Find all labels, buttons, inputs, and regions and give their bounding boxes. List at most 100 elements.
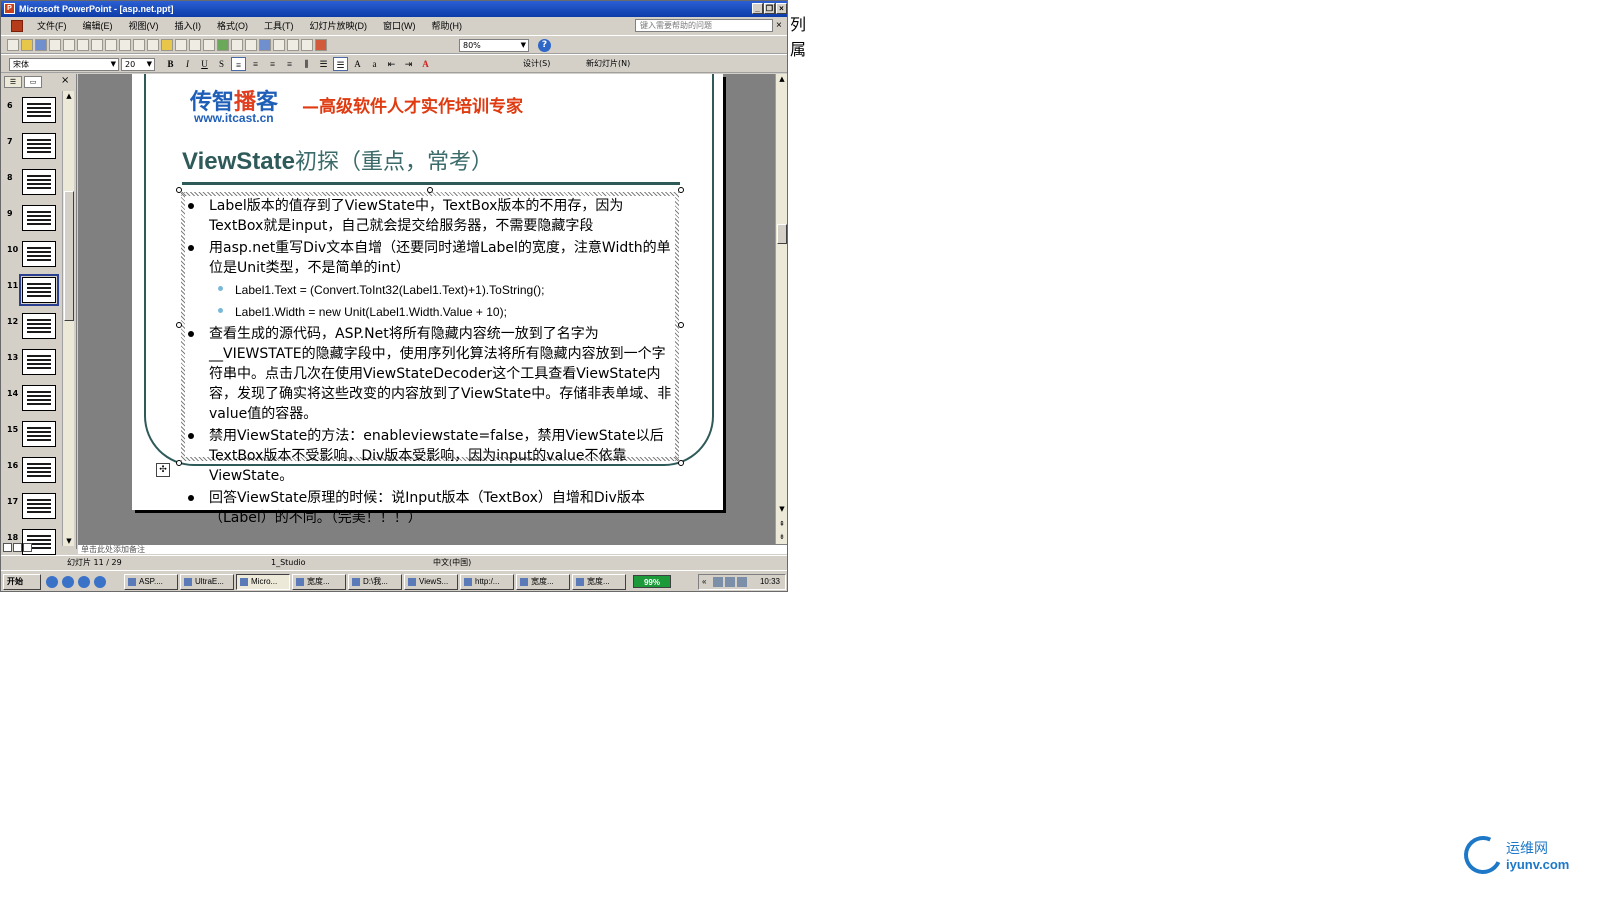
show-grid-icon[interactable] [301, 39, 313, 51]
scroll-down-icon[interactable]: ▼ [64, 536, 74, 546]
close-button[interactable]: × [776, 3, 787, 14]
insert-hyperlink-icon[interactable] [259, 39, 271, 51]
align-right-icon[interactable]: ≡ [265, 57, 280, 71]
menu-format[interactable]: 格式(O) [209, 17, 256, 35]
bullet-list[interactable]: Label版本的值存到了ViewState中，TextBox版本的不用存，因为T… [186, 196, 672, 530]
bold-button[interactable]: B [163, 57, 178, 71]
minimize-button[interactable]: _ [752, 3, 763, 14]
help-close-icon[interactable]: × [776, 17, 782, 35]
decrease-indent-icon[interactable]: ⇤ [384, 57, 399, 71]
email-icon[interactable] [63, 39, 75, 51]
slide-thumbnail[interactable]: 7 [3, 129, 61, 165]
taskbar-button-active[interactable]: Micro... [236, 574, 290, 590]
menu-slideshow[interactable]: 幻灯片放映(D) [302, 17, 376, 35]
browser-icon[interactable] [62, 576, 74, 588]
cut-icon[interactable] [133, 39, 145, 51]
tray-expand-icon[interactable]: « [702, 575, 706, 589]
restore-button[interactable]: ❐ [764, 3, 775, 14]
permission-icon[interactable] [49, 39, 61, 51]
slide-thumbnail[interactable]: 8 [3, 165, 61, 201]
ime-icon[interactable] [737, 577, 747, 587]
font-color-icon[interactable]: A [418, 57, 433, 71]
decrease-font-icon[interactable]: a [367, 57, 382, 71]
taskbar-button[interactable]: UltraE... [180, 574, 234, 590]
paste-icon[interactable] [161, 39, 173, 51]
slide-thumbnail[interactable]: 9 [3, 201, 61, 237]
taskbar-button[interactable]: http:/... [460, 574, 514, 590]
font-select[interactable]: 宋体 ▼ [9, 58, 119, 71]
show-formatting-icon[interactable] [287, 39, 299, 51]
slide-sorter-icon[interactable] [13, 543, 22, 552]
volume-icon[interactable] [725, 577, 735, 587]
resize-handle[interactable] [176, 187, 182, 193]
resize-handle[interactable] [678, 460, 684, 466]
slide-thumbnail[interactable]: 13 [3, 345, 61, 381]
slide-canvas[interactable]: 传智播客 www.itcast.cn —高级软件人才实作培训专家 ViewSta… [132, 74, 723, 526]
print-preview-icon[interactable] [91, 39, 103, 51]
print-icon[interactable] [77, 39, 89, 51]
redo-icon[interactable] [203, 39, 215, 51]
slide-thumbnail[interactable]: 17 [3, 489, 61, 525]
design-button[interactable]: 设计(S) [523, 58, 550, 70]
next-slide-icon[interactable]: ⇟ [777, 532, 787, 542]
resize-handle[interactable] [678, 322, 684, 328]
numbering-icon[interactable]: ☰ [316, 57, 331, 71]
justify-icon[interactable]: ≡ [282, 57, 297, 71]
resize-handle[interactable] [176, 460, 182, 466]
scroll-down-icon[interactable]: ▼ [777, 504, 787, 514]
menu-insert[interactable]: 插入(I) [167, 17, 210, 35]
battery-indicator[interactable]: 99% [633, 575, 671, 588]
taskbar-button[interactable]: 宽度... [292, 574, 346, 590]
document-icon[interactable] [11, 20, 23, 32]
slide-thumbnail[interactable]: 10 [3, 237, 61, 273]
menu-view[interactable]: 视图(V) [121, 17, 167, 35]
align-left-icon[interactable]: ≡ [231, 57, 246, 71]
spelling-icon[interactable] [105, 39, 117, 51]
desktop-icon[interactable] [46, 576, 58, 588]
tables-borders-icon[interactable] [245, 39, 257, 51]
start-button[interactable]: 开始 [3, 574, 41, 590]
menu-tools[interactable]: 工具(T) [256, 17, 302, 35]
resize-handle[interactable] [176, 322, 182, 328]
increase-font-icon[interactable]: A [350, 57, 365, 71]
taskbar-button[interactable]: 宽度... [516, 574, 570, 590]
font-size-select[interactable]: 20 ▼ [121, 58, 155, 71]
resize-handle[interactable] [427, 187, 433, 193]
new-slide-button[interactable]: 新幻灯片(N) [586, 58, 630, 70]
title-bar[interactable]: P Microsoft PowerPoint - [asp.net.ppt] _… [1, 1, 787, 17]
menu-window[interactable]: 窗口(W) [375, 17, 424, 35]
slide-thumbnail-selected[interactable]: 11 [3, 273, 61, 309]
copy-icon[interactable] [147, 39, 159, 51]
powerpoint-app-icon[interactable]: P [4, 3, 15, 14]
autofit-options-icon[interactable]: ✣ [156, 463, 170, 477]
slides-tab[interactable]: ▭ [24, 76, 42, 88]
pane-close-icon[interactable]: × [61, 75, 69, 86]
menu-file[interactable]: 文件(F) [29, 17, 75, 35]
save-icon[interactable] [35, 39, 47, 51]
research-icon[interactable] [119, 39, 131, 51]
taskbar-button[interactable]: ViewS... [404, 574, 458, 590]
scroll-up-icon[interactable]: ▲ [777, 74, 787, 84]
clock[interactable]: 10:33 [760, 575, 780, 589]
menu-help[interactable]: 帮助(H) [424, 17, 471, 35]
scrollbar-thumb[interactable] [777, 224, 787, 244]
slide-thumbnail[interactable]: 16 [3, 453, 61, 489]
italic-button[interactable]: I [180, 57, 195, 71]
bullets-icon[interactable]: ☰ [333, 57, 348, 71]
help-question-input[interactable]: 键入需要帮助的问题 [635, 19, 773, 32]
notes-pane[interactable]: 单击此处添加备注 [78, 544, 787, 554]
slide-thumbnail[interactable]: 14 [3, 381, 61, 417]
insert-chart-icon[interactable] [217, 39, 229, 51]
slide-title[interactable]: ViewState初探（重点，常考） [182, 144, 493, 176]
slide-thumbnail[interactable]: 6 [3, 93, 61, 129]
align-center-icon[interactable]: ≡ [248, 57, 263, 71]
thumbnail-scrollbar[interactable]: ▲ ▼ [62, 91, 74, 546]
taskbar-button[interactable]: D:\我... [348, 574, 402, 590]
explorer-icon[interactable] [94, 576, 106, 588]
undo-icon[interactable] [189, 39, 201, 51]
slideshow-icon[interactable] [23, 543, 32, 552]
slide-thumbnail[interactable]: 15 [3, 417, 61, 453]
insert-table-icon[interactable] [231, 39, 243, 51]
network-icon[interactable] [713, 577, 723, 587]
color-grayscale-icon[interactable] [315, 39, 327, 51]
